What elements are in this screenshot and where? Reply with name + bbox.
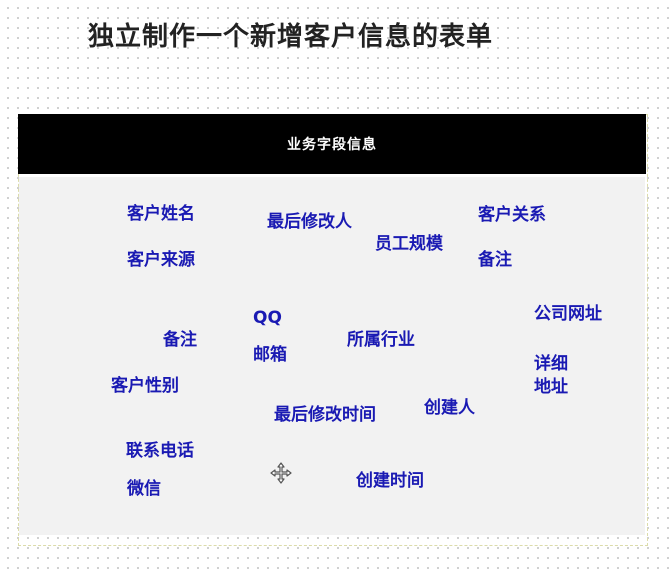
field-email[interactable]: 邮箱	[253, 344, 287, 366]
field-remark-right[interactable]: 备注	[478, 249, 512, 271]
panel-header: 业务字段信息	[18, 114, 646, 174]
field-industry[interactable]: 所属行业	[347, 329, 415, 351]
panel-header-label: 业务字段信息	[287, 137, 377, 153]
field-employee-size[interactable]: 员工规模	[375, 233, 443, 255]
field-detailed-address[interactable]: 详细地址	[534, 353, 574, 399]
field-remark-left[interactable]: 备注	[163, 329, 197, 351]
field-last-modifier[interactable]: 最后修改人	[267, 211, 352, 233]
field-customer-gender[interactable]: 客户性别	[111, 375, 179, 397]
field-last-modified-time[interactable]: 最后修改时间	[274, 404, 376, 426]
field-wechat[interactable]: 微信	[127, 478, 161, 500]
field-customer-name[interactable]: 客户姓名	[127, 203, 195, 225]
page-title: 独立制作一个新增客户信息的表单	[88, 22, 494, 52]
move-cursor-icon	[270, 462, 292, 484]
field-customer-relation[interactable]: 客户关系	[478, 204, 546, 226]
field-creator[interactable]: 创建人	[424, 397, 475, 419]
field-qq[interactable]: QQ	[253, 307, 282, 329]
field-company-website[interactable]: 公司网址	[534, 303, 602, 325]
field-customer-source[interactable]: 客户来源	[127, 249, 195, 271]
field-contact-phone[interactable]: 联系电话	[126, 440, 194, 462]
field-created-time[interactable]: 创建时间	[356, 470, 424, 492]
